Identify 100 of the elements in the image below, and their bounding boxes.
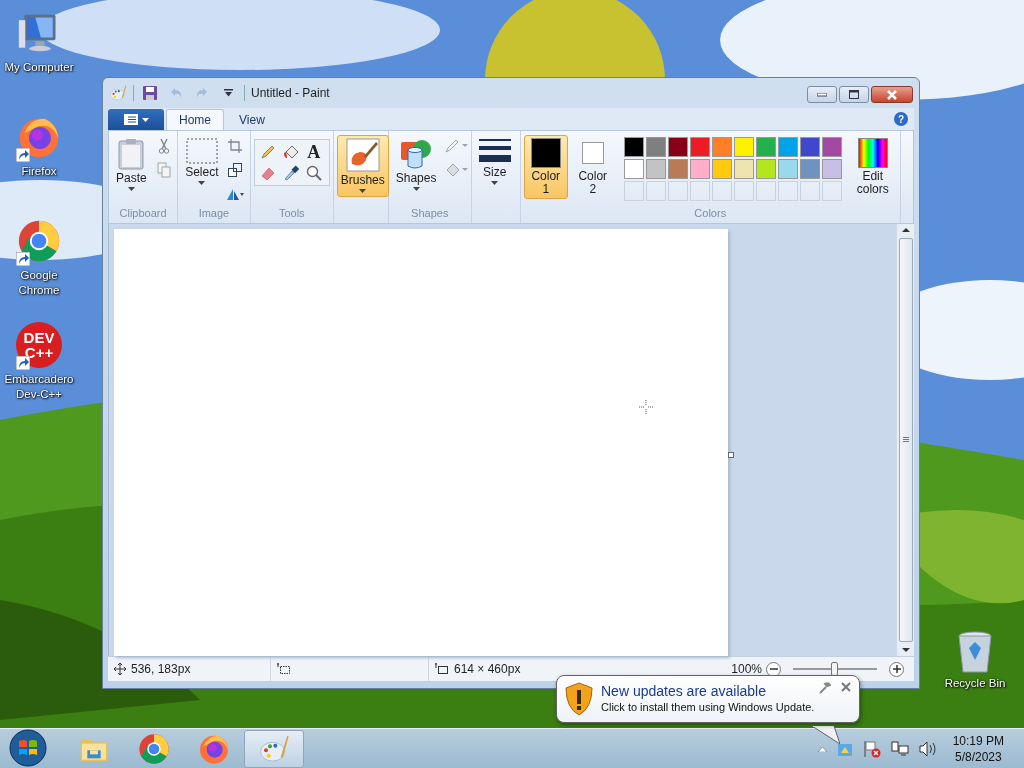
ribbon-tab[interactable]: View [226,109,278,130]
dashed-rectangle-icon [185,138,218,164]
crop-icon [228,139,243,153]
firefox-icon [198,733,230,765]
notification-balloon[interactable]: New updates are available Click to install them using Windows Update. [556,675,860,723]
paint-bucket-icon [444,162,469,178]
undo-arrow-icon [169,86,183,100]
taskbar-button[interactable] [244,730,304,768]
color-swatch[interactable] [755,159,776,179]
paint-bucket-icon [282,144,299,160]
color-swatch[interactable] [799,137,820,157]
empty-color-slot[interactable] [645,181,666,201]
start-button[interactable] [8,729,48,768]
wrench-icon[interactable] [819,682,831,694]
group-label: Image [197,207,231,221]
color-swatch[interactable] [755,137,776,157]
restore-icon [849,90,859,99]
color-swatch[interactable] [689,159,710,179]
clock-time[interactable]: 10:19 PM [952,733,1004,749]
empty-color-slot[interactable] [733,181,754,201]
windows-logo-icon [9,729,47,767]
group-label: Shapes [410,207,450,221]
color-swatch[interactable] [711,137,732,157]
minimize-icon [817,92,827,97]
palette-icon [258,733,290,765]
canvas-size: 614 × 460px [454,662,521,676]
select-button[interactable]: Select [181,135,223,197]
color-selector[interactable]: Color 2 [570,135,615,199]
close-icon[interactable] [841,682,851,692]
desktop-icon-label[interactable]: Recycle Bin [936,676,1014,691]
app-menu-button[interactable] [108,109,164,130]
color-swatch[interactable] [689,137,710,157]
copy-icon [156,162,171,178]
scrollbar-thumb[interactable] [898,238,913,642]
cursor-position: 536, 183px [131,662,191,676]
update-tray-icon[interactable] [836,741,853,757]
eyedropper-icon [282,165,299,181]
text-button[interactable]: A [303,143,324,161]
warning-shield-icon [565,682,593,716]
outline-button[interactable] [443,137,470,155]
color-swatch[interactable] [777,159,798,179]
empty-color-slot[interactable] [821,181,842,201]
brushes-button[interactable]: Brushes [336,135,389,197]
grip-icon [902,437,909,443]
restore-button[interactable] [839,86,869,103]
color-swatch[interactable] [821,159,842,179]
magnifier-icon [305,165,322,181]
selection-size-icon [277,663,291,675]
caret-icon [223,89,233,97]
empty-color-slot[interactable] [711,181,732,201]
paste-button[interactable]: Paste [112,135,151,197]
color-swatch[interactable] [623,159,644,179]
shapes-button[interactable]: Shapes [391,135,441,197]
color-swatch[interactable] [667,159,688,179]
caret-icon [198,181,206,185]
color-swatch[interactable] [777,137,798,157]
color-spectrum-icon [857,138,888,168]
empty-color-slot[interactable] [777,181,798,201]
recycle-bin-icon [955,630,995,674]
color-swatch[interactable] [821,137,842,157]
color-swatch[interactable] [645,159,666,179]
empty-color-slot[interactable] [667,181,688,201]
network-icon[interactable] [890,741,909,757]
group-label: Colors [693,207,728,221]
color-swatch[interactable] [799,159,820,179]
move-icon [114,663,126,675]
minus-icon [769,665,778,673]
color-selector[interactable]: Color 1 [523,135,568,199]
scissors-icon [157,138,170,154]
caret-icon [127,187,135,191]
notification-title: New updates are available [601,682,766,700]
color-swatch[interactable] [733,137,754,157]
paintbrush-icon [345,138,380,172]
clock-date[interactable]: 5/8/2023 [952,749,1004,765]
empty-color-slot[interactable] [799,181,820,201]
empty-color-slot[interactable] [623,181,644,201]
volume-icon[interactable] [918,741,937,757]
caret-icon [359,189,367,193]
color-swatch[interactable] [645,137,666,157]
save-button[interactable] [140,84,160,102]
close-button[interactable] [871,86,913,103]
edit-colors-button[interactable]: Edit colors [848,135,897,199]
resize-handle[interactable] [728,452,734,458]
eraser-icon [259,165,276,181]
size-button[interactable]: Size [474,135,515,197]
window-title: Untitled - Paint [251,86,331,100]
color-swatch[interactable] [733,159,754,179]
zoom-level: 100% [731,662,762,676]
zoom-in-button[interactable] [889,661,904,677]
color-swatch[interactable] [711,159,732,179]
help-button[interactable]: ? [894,112,908,126]
color-swatch[interactable] [667,137,688,157]
flag-alert-icon[interactable] [862,740,881,758]
menu-icon [123,114,138,125]
empty-color-slot[interactable] [689,181,710,201]
ribbon-tab[interactable]: Home [166,109,224,130]
empty-color-slot[interactable] [755,181,776,201]
color-swatch[interactable] [623,137,644,157]
chrome-icon [138,733,170,765]
vertical-scrollbar[interactable] [896,224,914,656]
